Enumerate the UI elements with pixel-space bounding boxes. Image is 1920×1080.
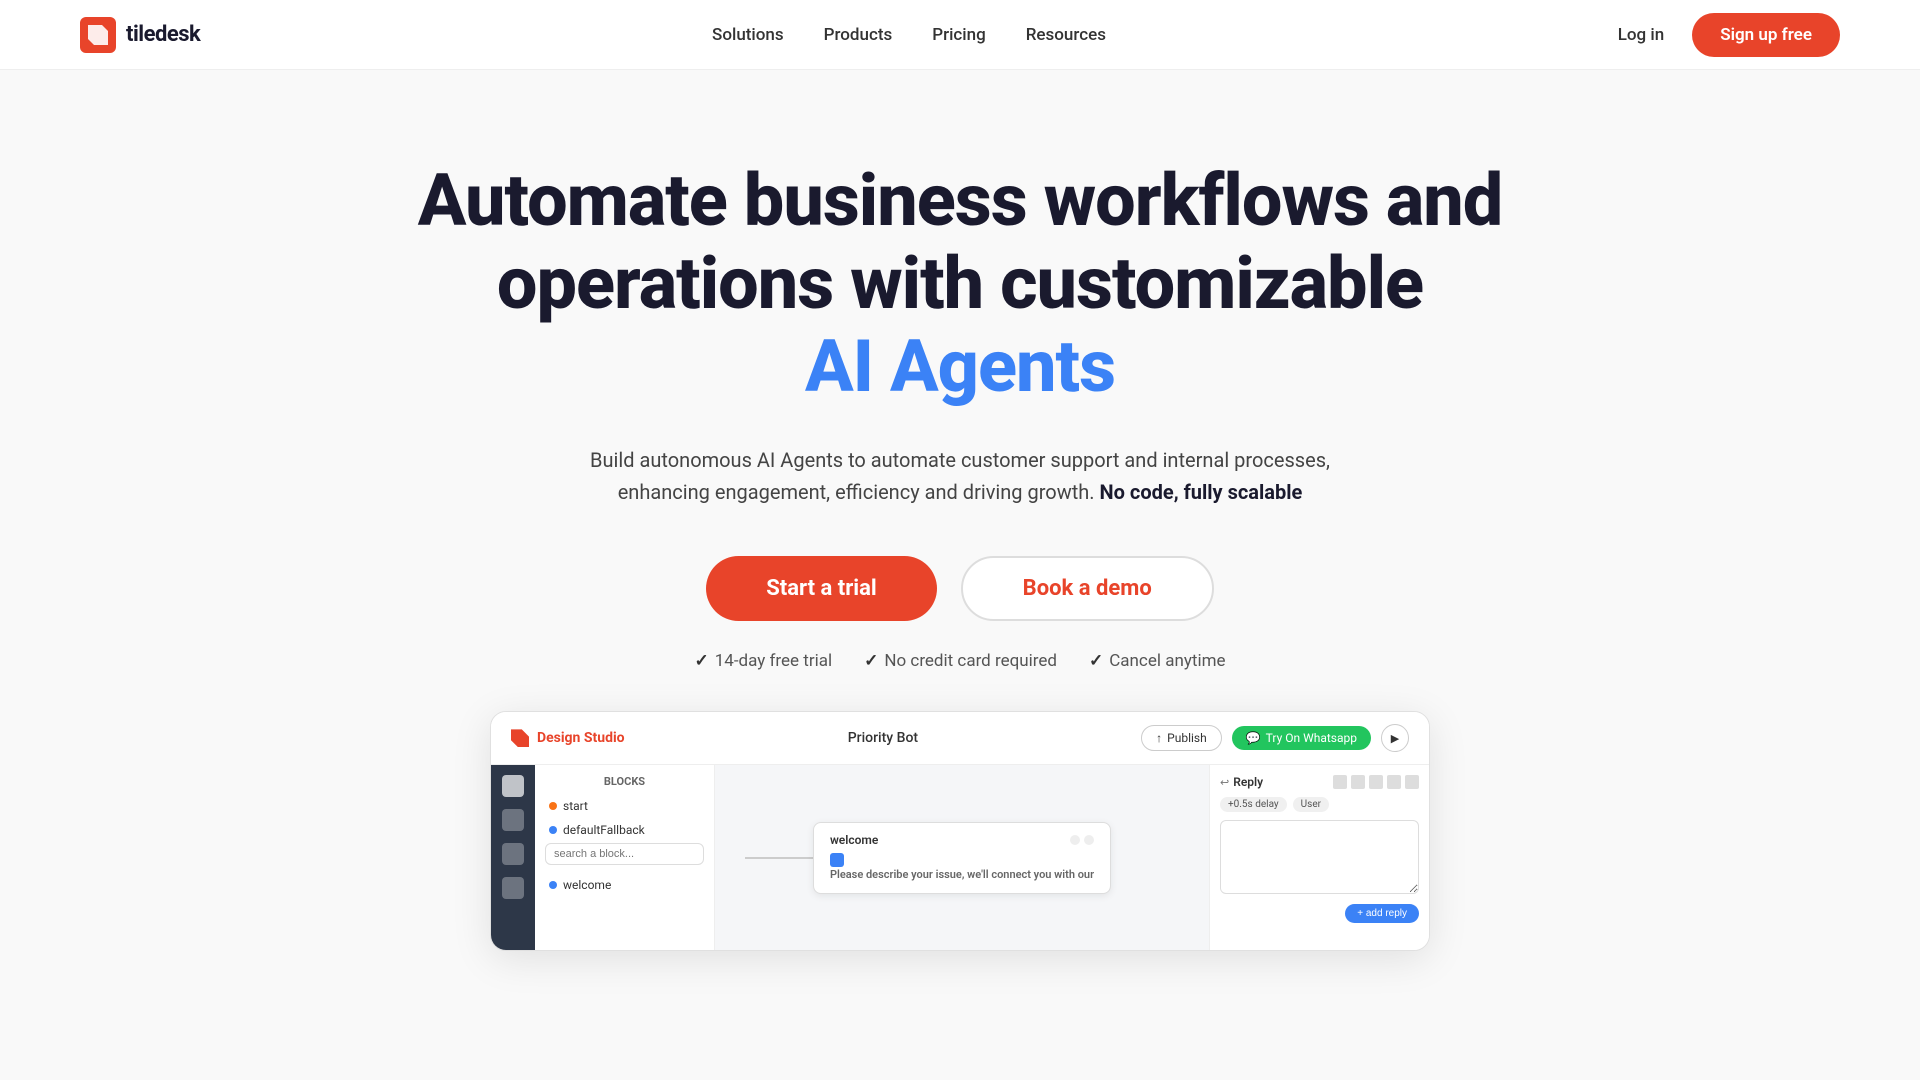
ss-design-studio-label: Design Studio [537,730,625,746]
nav-solutions[interactable]: Solutions [712,25,784,45]
screenshot-body: Blocks start defaultFallback welcome [491,765,1429,950]
nav-links: Solutions Products Pricing Resources [712,25,1106,45]
ss-node-welcome[interactable]: welcome Please describe your issue, we'l… [813,822,1111,893]
ss-dot-start [549,802,557,810]
logo-text: tiledesk [126,22,200,47]
ss-reply-icon-4 [1387,775,1401,789]
product-screenshot: Design Studio Priority Bot ↑ Publish 💬 T… [490,711,1430,951]
ss-play-icon: ▶ [1391,732,1399,745]
ss-sidebar-flow-icon[interactable] [502,809,524,831]
nav-products[interactable]: Products [824,25,893,45]
ss-block-start-label: start [563,799,588,813]
hero-subtitle: Build autonomous AI Agents to automate c… [550,444,1370,508]
ss-canvas: welcome Please describe your issue, we'l… [715,765,1209,950]
screenshot-topbar: Design Studio Priority Bot ↑ Publish 💬 T… [491,712,1429,765]
ss-try-button[interactable]: 💬 Try On Whatsapp [1232,726,1371,750]
ss-send-row: + add reply [1220,904,1419,923]
ss-filter-user[interactable]: User [1293,797,1329,812]
signup-button[interactable]: Sign up free [1692,13,1840,57]
ss-reply-icons [1333,775,1419,789]
ss-node-title: welcome [830,833,878,847]
ss-blocks-label: Blocks [545,775,704,788]
ss-send-button[interactable]: + add reply [1345,904,1419,923]
check-icon-1: ✓ [695,651,709,671]
ss-reply-icon-3 [1369,775,1383,789]
navbar: tiledesk Solutions Products Pricing Reso… [0,0,1920,70]
ss-center-title: Priority Bot [848,730,918,746]
ss-reply-title: Reply [1233,775,1263,789]
ss-node-icon [830,853,844,867]
ss-sidebar-settings-icon[interactable] [502,877,524,899]
hero-cta: Start a trial Book a demo [706,556,1214,621]
ss-reply-icon-1 [1333,775,1347,789]
ss-left-panel: Blocks start defaultFallback welcome [535,765,715,950]
nav-resources[interactable]: Resources [1026,25,1106,45]
perk-1: ✓ 14-day free trial [695,651,833,671]
ss-block-default[interactable]: defaultFallback [545,818,704,842]
ss-filter-delay[interactable]: +0.5s delay [1220,797,1287,812]
ss-logo-icon [511,729,529,747]
ss-node-header: welcome [830,833,1094,847]
ss-right-panel: ↩ Reply +0.5s delay User [1209,765,1429,950]
nav-pricing[interactable]: Pricing [932,25,986,45]
login-link[interactable]: Log in [1618,25,1664,45]
ss-publish-button[interactable]: ↑ Publish [1141,725,1222,751]
perk-label-1: 14-day free trial [715,651,832,671]
ss-dot-default [549,826,557,834]
ss-reply-icon-2 [1351,775,1365,789]
ss-sidebar-share-icon[interactable] [502,775,524,797]
ss-block-welcome-label: welcome [563,878,611,892]
hero-title-line1: Automate business workflows and [418,158,1503,243]
ss-node-text: Please describe your issue, we'll connec… [830,867,1094,882]
nav-right: Log in Sign up free [1618,13,1840,57]
hero-title: Automate business workflows and operatio… [418,160,1503,408]
ss-reply-header: ↩ Reply [1220,775,1419,789]
check-icon-3: ✓ [1089,651,1103,671]
ss-publish-label: Publish [1167,731,1207,745]
ss-whatsapp-icon: 💬 [1246,731,1261,745]
logo-link[interactable]: tiledesk [80,17,200,53]
perk-label-3: Cancel anytime [1109,651,1225,671]
ss-sidebar-lock-icon[interactable] [502,843,524,865]
hero-subtitle-bold: No code, fully scalable [1100,480,1303,504]
ss-right-buttons: ↑ Publish 💬 Try On Whatsapp ▶ [1141,724,1409,752]
screenshot-logo: Design Studio [511,729,625,747]
hero-perks: ✓ 14-day free trial ✓ No credit card req… [695,651,1226,671]
ss-filter-row: +0.5s delay User [1220,797,1419,812]
ss-block-start[interactable]: start [545,794,704,818]
book-demo-button[interactable]: Book a demo [961,556,1214,621]
ss-block-default-label: defaultFallback [563,823,645,837]
ss-try-label: Try On Whatsapp [1266,731,1357,745]
ss-dot-welcome [549,881,557,889]
ss-reply-icon-5 [1405,775,1419,789]
ss-publish-icon: ↑ [1156,731,1162,745]
perk-label-2: No credit card required [884,651,1057,671]
check-icon-2: ✓ [864,651,878,671]
start-trial-button[interactable]: Start a trial [706,556,936,621]
ss-reply-input[interactable] [1220,820,1419,894]
hero-section: Automate business workflows and operatio… [0,70,1920,1011]
ss-block-search[interactable] [545,843,704,865]
ss-icon-sidebar [491,765,535,950]
logo-icon [80,17,116,53]
hero-title-highlight: AI Agents [805,324,1115,409]
ss-play-button[interactable]: ▶ [1381,724,1409,752]
perk-2: ✓ No credit card required [864,651,1057,671]
perk-3: ✓ Cancel anytime [1089,651,1226,671]
ss-block-welcome[interactable]: welcome [545,873,704,897]
hero-title-line2: operations with customizable [497,241,1423,326]
